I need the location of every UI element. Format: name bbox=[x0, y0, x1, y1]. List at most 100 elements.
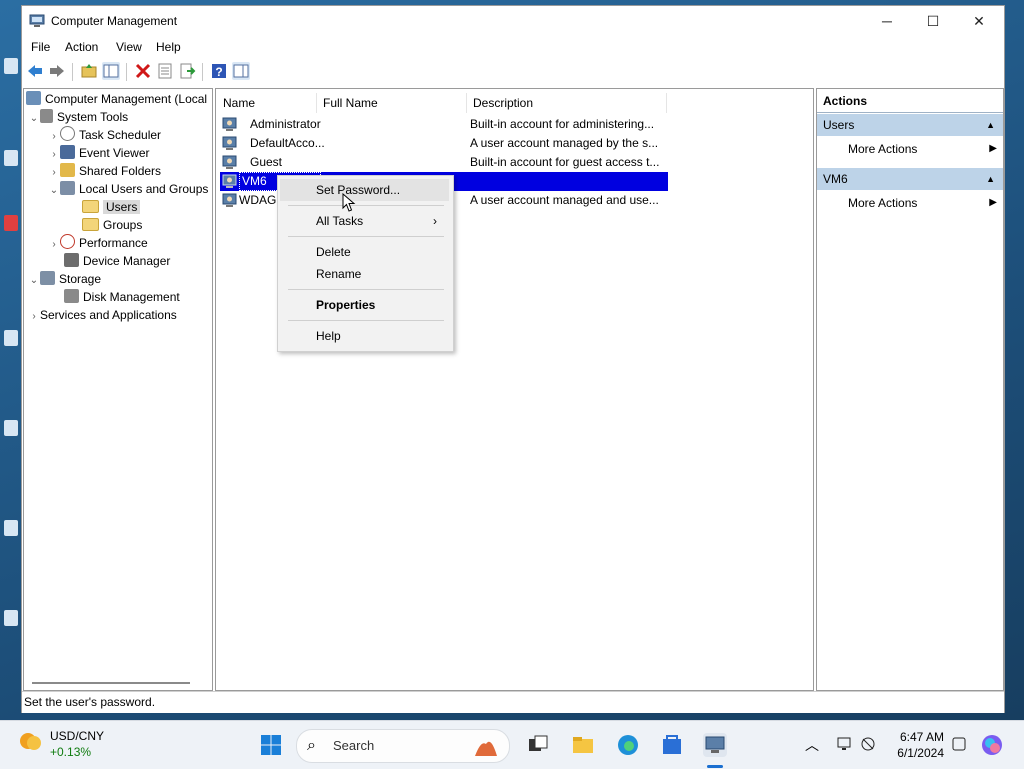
maximize-button[interactable]: ☐ bbox=[910, 6, 956, 36]
chevron-right-icon: ▶ bbox=[989, 143, 997, 154]
chevron-right-icon[interactable]: › bbox=[48, 236, 60, 254]
menu-item-rename[interactable]: Rename bbox=[280, 263, 449, 285]
device-icon[interactable] bbox=[836, 736, 852, 752]
file-explorer-icon[interactable] bbox=[571, 733, 595, 757]
toolbar-separator bbox=[126, 63, 127, 81]
minimize-button[interactable]: ─ bbox=[864, 6, 910, 36]
desktop-icon-notepad[interactable] bbox=[0, 420, 22, 454]
menu-item-properties[interactable]: Properties bbox=[280, 294, 449, 316]
show-hide-tree-icon[interactable] bbox=[102, 62, 120, 80]
notification-icon[interactable] bbox=[951, 736, 967, 752]
desktop-icon-app[interactable] bbox=[0, 215, 22, 249]
tree-item-event-viewer[interactable]: › Event Viewer bbox=[48, 144, 149, 162]
copilot-icon[interactable] bbox=[980, 733, 1004, 757]
chevron-down-icon[interactable]: ⌄ bbox=[28, 272, 40, 290]
task-view-icon[interactable] bbox=[526, 733, 550, 757]
table-row[interactable]: Guest Built-in account for guest access … bbox=[220, 153, 668, 172]
close-button[interactable]: ✕ bbox=[956, 6, 1002, 36]
users-groups-icon bbox=[60, 181, 75, 195]
chevron-right-icon[interactable]: › bbox=[28, 308, 40, 326]
column-header-full-name[interactable]: Full Name bbox=[323, 93, 378, 113]
back-arrow-icon[interactable] bbox=[26, 62, 44, 80]
table-row[interactable]: Administrator Built-in account for admin… bbox=[220, 115, 668, 134]
column-divider[interactable] bbox=[666, 93, 667, 113]
horizontal-scrollbar[interactable] bbox=[32, 682, 190, 684]
user-description: Built-in account for administering... bbox=[470, 117, 655, 131]
menu-file[interactable]: File bbox=[31, 40, 50, 54]
window-title: Computer Management bbox=[51, 14, 178, 28]
column-header-name[interactable]: Name bbox=[223, 93, 255, 113]
network-icon[interactable] bbox=[860, 736, 876, 752]
tree-item-device-manager[interactable]: Device Manager bbox=[64, 252, 170, 270]
tree-item-services-applications[interactable]: › Services and Applications bbox=[28, 306, 176, 326]
start-icon[interactable] bbox=[259, 733, 283, 757]
system-clock[interactable]: 6:47 AM 6/1/2024 bbox=[888, 729, 944, 761]
chevron-down-icon[interactable]: ⌄ bbox=[28, 110, 40, 128]
taskbar: USD/CNY +0.13% ⌕ Search ︿ 6:47 AM 6/1/20… bbox=[0, 720, 1024, 769]
tree-item-performance[interactable]: › Performance bbox=[48, 234, 148, 252]
tree-item-storage[interactable]: ⌄ Storage bbox=[28, 270, 101, 288]
help-icon[interactable]: ? bbox=[210, 62, 228, 80]
tree-item-computer-management[interactable]: Computer Management (Local bbox=[26, 90, 207, 108]
column-divider[interactable] bbox=[466, 93, 467, 113]
actions-section-vm6[interactable]: VM6 ▲ bbox=[817, 168, 1003, 190]
desktop-icon-edge[interactable] bbox=[0, 150, 22, 184]
desktop-icon-app2[interactable] bbox=[0, 330, 22, 364]
column-header-description[interactable]: Description bbox=[473, 93, 533, 113]
desktop-icon-vs[interactable] bbox=[0, 520, 22, 554]
actions-pane: Actions Users ▲ More Actions ▶ VM6 ▲ Mor… bbox=[816, 88, 1004, 691]
table-row[interactable]: DefaultAcco... A user account managed by… bbox=[220, 134, 668, 153]
tree-item-groups[interactable]: Groups bbox=[82, 216, 142, 234]
column-divider[interactable] bbox=[316, 93, 317, 113]
user-icon bbox=[222, 155, 237, 169]
desktop-icon-recycle[interactable] bbox=[0, 58, 22, 92]
status-bar: Set the user's password. bbox=[22, 691, 1004, 713]
up-folder-icon[interactable] bbox=[80, 62, 98, 80]
tree-item-system-tools[interactable]: ⌄ System Tools bbox=[28, 108, 128, 126]
properties-icon[interactable] bbox=[156, 62, 174, 80]
export-list-icon[interactable] bbox=[178, 62, 196, 80]
disk-icon bbox=[64, 289, 79, 303]
tree-item-disk-management[interactable]: Disk Management bbox=[64, 288, 180, 306]
tree-item-shared-folders[interactable]: › Shared Folders bbox=[48, 162, 161, 180]
forward-arrow-icon[interactable] bbox=[48, 62, 66, 80]
menu-item-delete[interactable]: Delete bbox=[280, 241, 449, 263]
computer-management-taskbar-icon[interactable] bbox=[703, 733, 727, 757]
collapse-caret-icon[interactable]: ▲ bbox=[986, 114, 995, 136]
user-description: Built-in account for guest access t... bbox=[470, 155, 660, 169]
menu-item-set-password[interactable]: Set Password... bbox=[280, 179, 449, 201]
chevron-right-icon: ▶ bbox=[989, 197, 997, 208]
clock-date: 6/1/2024 bbox=[897, 746, 944, 760]
currency-icon bbox=[20, 733, 41, 750]
menu-view[interactable]: View bbox=[116, 40, 142, 54]
desktop-icon-app3[interactable] bbox=[0, 610, 22, 644]
actions-section-users[interactable]: Users ▲ bbox=[817, 114, 1003, 136]
chevron-down-icon[interactable]: ⌄ bbox=[48, 182, 60, 200]
tree-item-task-scheduler[interactable]: › Task Scheduler bbox=[48, 126, 161, 144]
menu-help[interactable]: Help bbox=[156, 40, 181, 54]
store-icon[interactable] bbox=[660, 733, 684, 757]
delete-icon[interactable] bbox=[134, 62, 152, 80]
more-actions-users[interactable]: More Actions ▶ bbox=[817, 138, 1003, 160]
menu-bar: File Action View Help bbox=[22, 36, 1004, 58]
search-highlight-icon bbox=[475, 741, 497, 756]
menu-action[interactable]: Action bbox=[65, 40, 98, 54]
collapse-caret-icon[interactable]: ▲ bbox=[986, 168, 995, 190]
tree-item-users[interactable]: Users bbox=[82, 198, 141, 216]
svg-text:?: ? bbox=[215, 65, 222, 79]
tree-item-local-users-groups[interactable]: ⌄ Local Users and Groups bbox=[48, 180, 208, 198]
chevron-up-icon[interactable]: ︿ bbox=[805, 735, 819, 755]
toolbar-separator bbox=[72, 63, 73, 81]
search-input[interactable]: ⌕ Search bbox=[296, 729, 510, 763]
clock-time: 6:47 AM bbox=[899, 730, 944, 744]
user-icon bbox=[222, 193, 237, 207]
title-bar[interactable]: Computer Management ─ ☐ ✕ bbox=[22, 6, 1004, 36]
menu-item-all-tasks[interactable]: All Tasks › bbox=[280, 210, 449, 232]
toolbar: ? bbox=[22, 58, 1004, 86]
menu-item-help[interactable]: Help bbox=[280, 325, 449, 347]
edge-browser-icon[interactable] bbox=[616, 733, 640, 757]
show-action-pane-icon[interactable] bbox=[232, 62, 250, 80]
more-actions-vm6[interactable]: More Actions ▶ bbox=[817, 192, 1003, 214]
stock-widget[interactable]: USD/CNY +0.13% bbox=[18, 729, 104, 759]
user-name: Guest bbox=[250, 155, 283, 169]
